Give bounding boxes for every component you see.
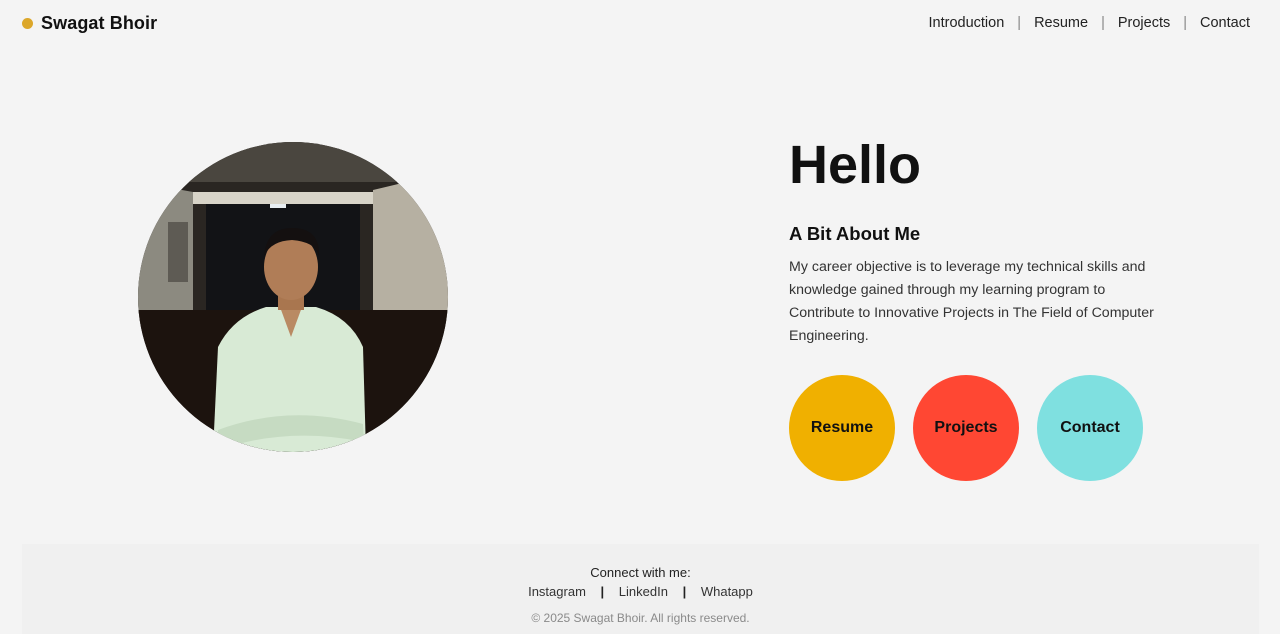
site-footer: Connect with me: Instagram | LinkedIn | … [22,544,1259,634]
main-nav: Introduction | Resume | Projects | Conta… [929,15,1251,31]
instagram-link[interactable]: Instagram [528,584,586,599]
nav-separator: | [1101,15,1105,31]
site-header: Swagat Bhoir Introduction | Resume | Pro… [0,0,1280,50]
intro-section: Hello A Bit About Me My career objective… [789,134,1159,348]
resume-button[interactable]: Resume [789,375,895,481]
brand-dot-icon [22,18,33,29]
action-buttons: Resume Projects Contact [789,375,1161,481]
hello-heading: Hello [789,135,922,195]
about-title: A Bit About Me [789,223,921,244]
nav-introduction[interactable]: Introduction [929,15,1005,31]
projects-button[interactable]: Projects [913,375,1019,481]
nav-projects[interactable]: Projects [1118,15,1170,31]
brand-name: Swagat Bhoir [41,13,158,33]
profile-photo [138,142,448,452]
brand[interactable]: Swagat Bhoir [22,13,157,34]
nav-separator: | [1017,15,1022,31]
connect-label: Connect with me: [590,565,691,580]
social-separator: | [600,584,605,599]
nav-separator: | [1183,15,1188,31]
nav-resume[interactable]: Resume [1034,15,1088,31]
linkedin-link[interactable]: LinkedIn [619,584,668,599]
contact-button[interactable]: Contact [1037,375,1143,481]
whatsapp-link[interactable]: Whatapp [701,584,753,599]
social-separator: | [682,584,687,599]
social-links: Instagram | LinkedIn | Whatapp [22,584,1259,599]
about-description: My career objective is to leverage my te… [789,259,1154,344]
nav-contact[interactable]: Contact [1200,15,1250,31]
